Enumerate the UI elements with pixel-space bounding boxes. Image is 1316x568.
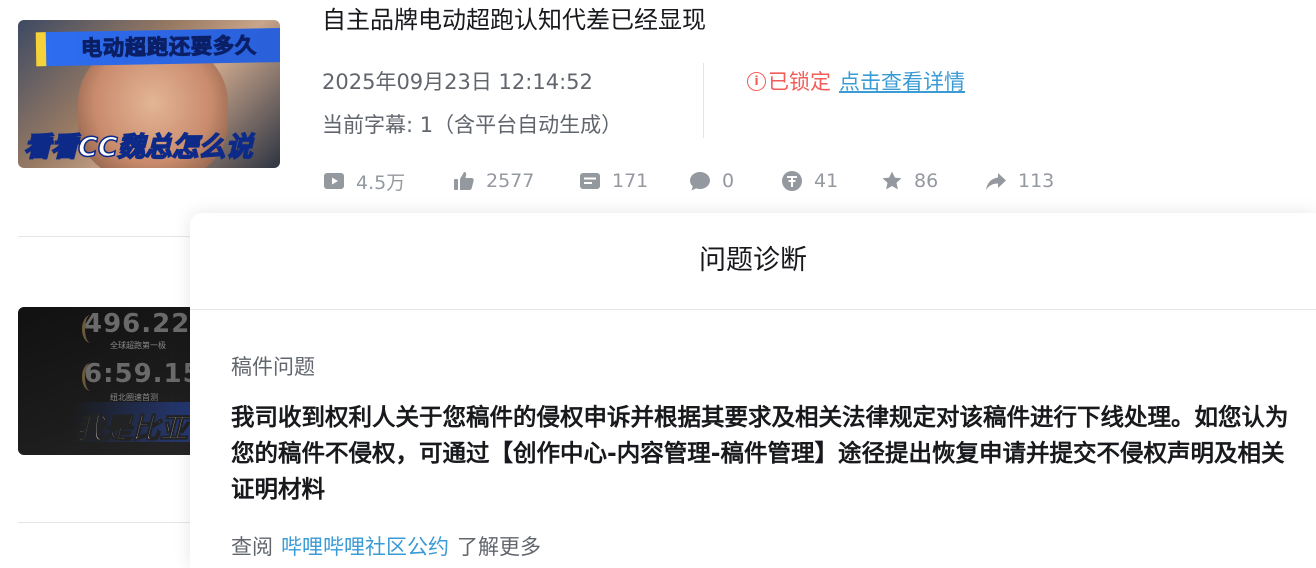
community-guidelines-link[interactable]: 哔哩哔哩社区公约 bbox=[281, 535, 449, 559]
comment-icon bbox=[690, 172, 710, 191]
play-icon bbox=[324, 173, 344, 189]
stat-likes: 2577 bbox=[452, 168, 534, 194]
share-icon bbox=[986, 173, 1006, 190]
video-title[interactable]: 自主品牌电动超跑认知代差已经显现 bbox=[322, 0, 706, 35]
stat-likes-value: 2577 bbox=[486, 170, 535, 192]
video-thumbnail[interactable]: 电动超跑还要多久 看看CC魏总怎么说 bbox=[18, 20, 280, 168]
thumbnail-stat-2: 6:59.15 bbox=[84, 359, 202, 389]
diagnosis-panel: 问题诊断 稿件问题 我司收到权利人关于您稿件的侵权申诉并根据其要求及相关法律规定… bbox=[190, 213, 1316, 568]
stat-views-value: 4.5万 bbox=[356, 171, 406, 194]
subtitle-count: 当前字幕: 1（含平台自动生成） bbox=[322, 113, 623, 137]
row-divider bbox=[18, 236, 198, 237]
view-details-link[interactable]: 点击查看详情 bbox=[839, 66, 965, 96]
star-icon bbox=[882, 171, 902, 190]
thumbnail-stat-1-sub: 全球超跑第一极 bbox=[110, 341, 166, 350]
meta-divider bbox=[703, 63, 704, 138]
thumbnail-caption-text: 看看CC魏总怎么说 bbox=[23, 131, 253, 164]
publish-datetime: 2025年09月23日 12:14:52 bbox=[322, 70, 593, 94]
footer-prefix: 查阅 bbox=[231, 535, 273, 559]
stat-favorites: 86 bbox=[880, 168, 938, 194]
stat-coins: 41 bbox=[780, 168, 838, 194]
diagnosis-message: 我司收到权利人关于您稿件的侵权申诉并根据其要求及相关法律规定对该稿件进行下线处理… bbox=[231, 403, 1289, 503]
diagnosis-footer: 查阅 哔哩哔哩社区公约 了解更多 bbox=[231, 531, 541, 561]
stat-coins-value: 41 bbox=[814, 170, 839, 192]
status-badge: i 已锁定 点击查看详情 bbox=[747, 66, 965, 96]
thumbnail-slogan: 我是比亚 bbox=[75, 412, 189, 446]
status-label: 已锁定 bbox=[768, 70, 831, 94]
coin-icon bbox=[782, 171, 802, 191]
danmaku-icon bbox=[580, 173, 600, 189]
stat-views: 4.5万 bbox=[322, 168, 405, 194]
stat-shares: 113 bbox=[984, 168, 1054, 194]
stat-comments-value: 0 bbox=[722, 170, 735, 192]
footer-suffix: 了解更多 bbox=[457, 535, 541, 559]
thumbnail-stat-1: 496.22 bbox=[84, 309, 191, 339]
row-divider bbox=[18, 522, 198, 523]
thumbs-up-icon bbox=[454, 172, 474, 190]
stat-shares-value: 113 bbox=[1018, 170, 1055, 192]
info-circle-icon: i bbox=[747, 71, 766, 91]
stat-danmaku-value: 171 bbox=[612, 170, 649, 192]
section-label: 稿件问题 bbox=[231, 355, 315, 379]
thumbnail-banner-text: 电动超跑还要多久 bbox=[45, 27, 280, 67]
panel-title: 问题诊断 bbox=[190, 213, 1316, 310]
stat-favorites-value: 86 bbox=[914, 170, 939, 192]
stat-comments: 0 bbox=[688, 168, 734, 194]
stat-danmaku: 171 bbox=[578, 168, 648, 194]
